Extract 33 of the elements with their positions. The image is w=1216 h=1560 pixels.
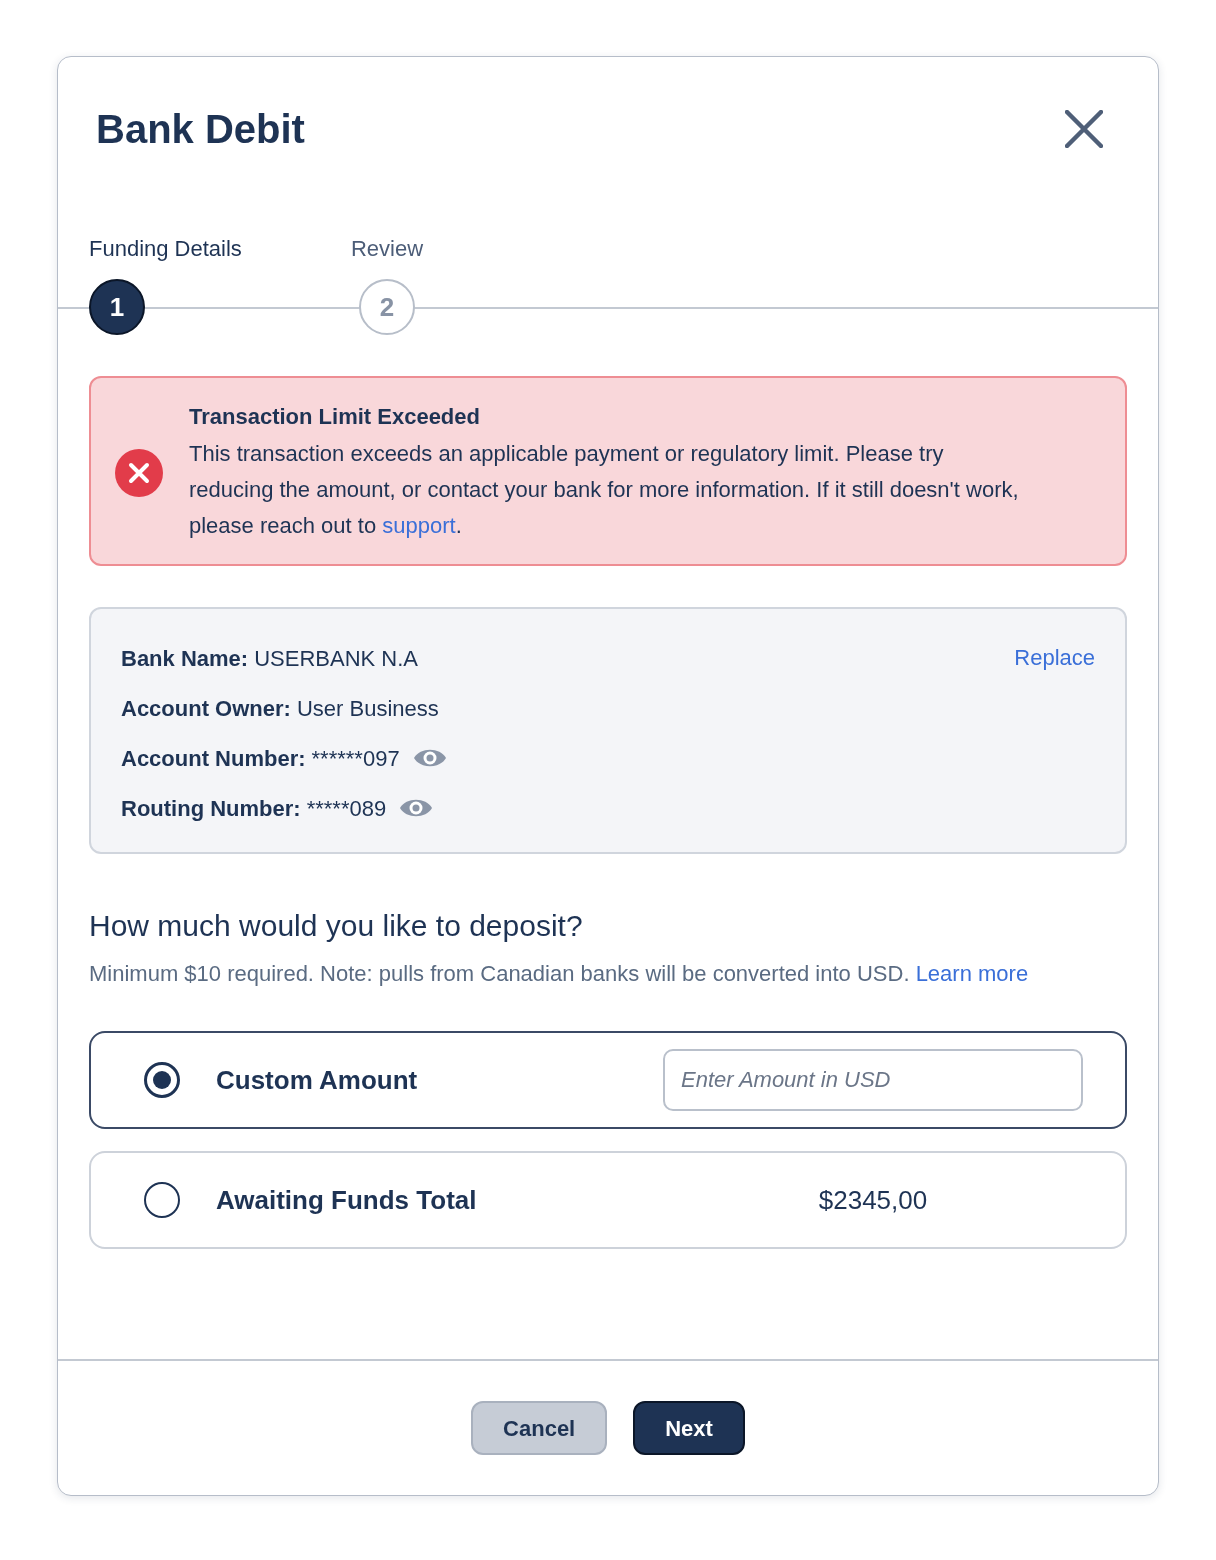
field-label: Account Number: (121, 744, 306, 773)
amount-value: $2345,00 (818, 1183, 928, 1217)
amount-option[interactable]: Custom Amount Enter Amount in USD (89, 1031, 1127, 1129)
amount-option[interactable]: Awaiting Funds Total $2345,00 (89, 1151, 1127, 1249)
option-label: Custom Amount (216, 1063, 418, 1097)
field-value: ******097 (311, 744, 400, 773)
step-label: Review (350, 235, 424, 263)
dialog-title: Bank Debit (96, 106, 305, 153)
radio-button[interactable] (144, 1182, 180, 1218)
eye-icon[interactable] (400, 797, 433, 819)
field-value: User Business (296, 694, 439, 723)
eye-icon[interactable] (413, 747, 446, 769)
option-label: Awaiting Funds Total (216, 1183, 477, 1217)
field-value: *****089 (306, 794, 387, 823)
field-label: Bank Name: (121, 644, 249, 673)
deposit-heading: How much would you like to deposit? (89, 908, 584, 944)
replace-link[interactable]: Replace (1014, 643, 1095, 673)
alert-message: This transaction exceeds an applicable payment or regulatory limit. Please try reducing the amount, or contact your bank for more information. If it still doesn't work, please reach out to support. (189, 440, 1019, 540)
field-value: USERBANK N.A (254, 644, 418, 673)
radio-button[interactable] (144, 1062, 180, 1098)
cancel-button[interactable]: Cancel (471, 1401, 608, 1455)
amount-input[interactable]: Enter Amount in USD (663, 1049, 1083, 1111)
alert-title: Transaction Limit Exceeded (189, 403, 481, 431)
field-label: Routing Number: (121, 794, 301, 823)
close-icon (1065, 110, 1103, 148)
field-label: Account Owner: (121, 694, 291, 723)
learn-more-link[interactable]: Learn more (915, 961, 1029, 986)
deposit-note: Minimum $10 required. Note: pulls from Canadian banks will be converted into USD. Learn more (89, 960, 1030, 988)
x-circle-icon (115, 449, 163, 497)
step-indicator[interactable]: 1 (89, 279, 145, 335)
next-button[interactable]: Next (633, 1401, 745, 1455)
support-link[interactable]: support (382, 513, 456, 538)
step-label: Funding Details (89, 235, 242, 263)
